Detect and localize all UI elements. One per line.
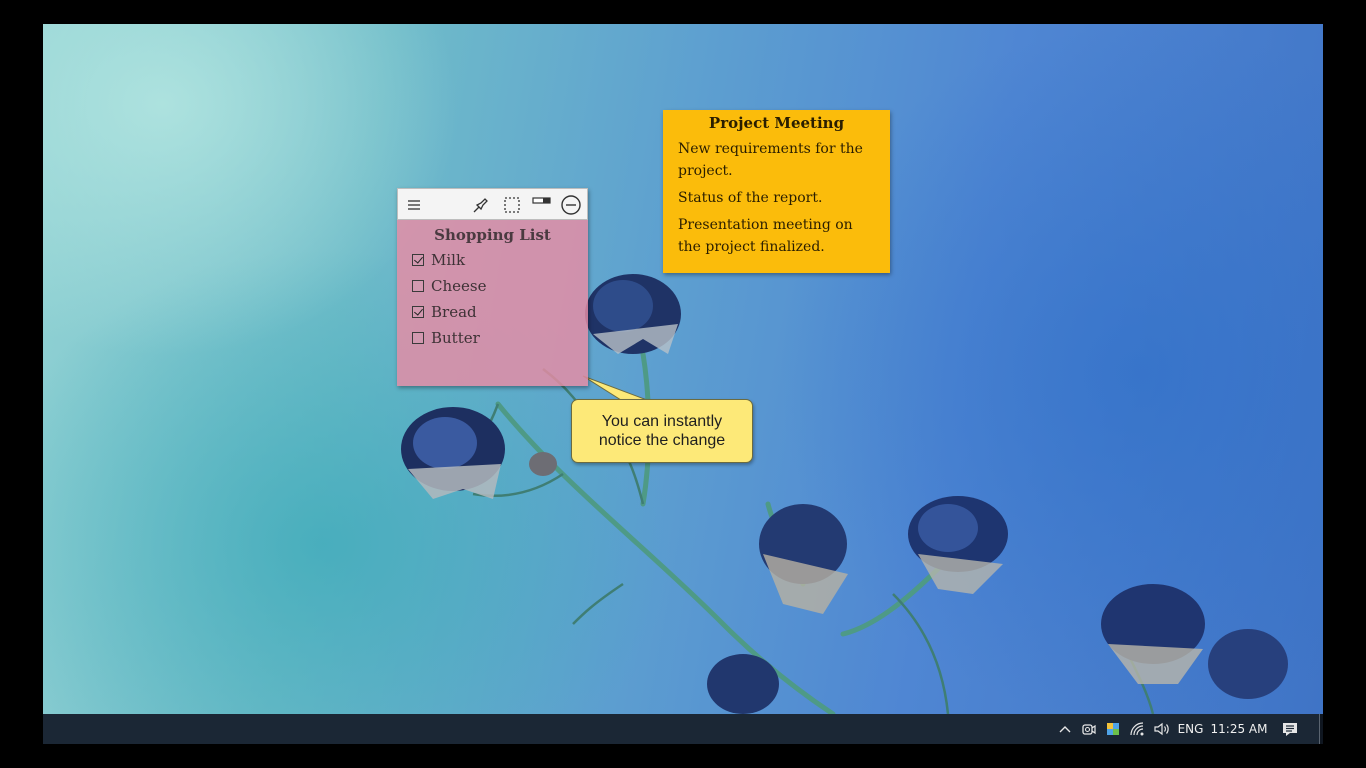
volume-icon[interactable] bbox=[1151, 714, 1173, 744]
checklist-item-cheese[interactable]: Cheese bbox=[412, 277, 486, 295]
sticky-note-body[interactable]: Shopping List Milk Cheese Bread Butter bbox=[397, 220, 588, 386]
checkbox-unchecked[interactable] bbox=[412, 280, 424, 292]
sticky-note-content[interactable]: New requirements for the project. Status… bbox=[663, 132, 890, 258]
tutorial-callout: You can instantly notice the change bbox=[571, 399, 753, 463]
taskbar: ENG 11:25 AM bbox=[43, 714, 1323, 744]
checklist-item-bread[interactable]: Bread bbox=[412, 303, 477, 321]
windows-security-icon[interactable] bbox=[1103, 714, 1123, 744]
sticky-note-title: Shopping List bbox=[434, 226, 551, 244]
screen: Shopping List Milk Cheese Bread Butter P… bbox=[43, 24, 1323, 744]
note-line: Presentation meeting on the project fina… bbox=[678, 217, 853, 255]
checklist-item-label: Milk bbox=[431, 251, 466, 269]
input-language-indicator[interactable]: ENG bbox=[1178, 714, 1204, 744]
checklist-item-butter[interactable]: Butter bbox=[412, 329, 480, 347]
select-region-icon[interactable] bbox=[501, 194, 523, 216]
menu-icon[interactable] bbox=[403, 194, 425, 216]
sticky-note-project-meeting[interactable]: Project Meeting New requirements for the… bbox=[663, 110, 890, 273]
minimize-icon[interactable] bbox=[560, 194, 582, 216]
checklist-item-label: Cheese bbox=[431, 277, 487, 295]
checkbox-checked[interactable] bbox=[412, 306, 424, 318]
desktop-wallpaper: Shopping List Milk Cheese Bread Butter P… bbox=[43, 24, 1323, 714]
callout-line: notice the change bbox=[598, 432, 726, 449]
checklist-item-label: Bread bbox=[431, 303, 477, 321]
chevron-up-icon[interactable] bbox=[1055, 714, 1075, 744]
checkbox-checked[interactable] bbox=[412, 254, 424, 266]
note-line: Status of the report. bbox=[678, 190, 823, 206]
pin-icon[interactable] bbox=[470, 194, 492, 216]
sticky-note-title: Project Meeting bbox=[708, 114, 845, 132]
opacity-icon[interactable] bbox=[531, 191, 553, 213]
network-icon[interactable] bbox=[1127, 714, 1149, 744]
show-desktop-button[interactable] bbox=[1319, 714, 1323, 744]
meet-now-icon[interactable] bbox=[1079, 714, 1099, 744]
system-clock[interactable]: 11:25 AM bbox=[1209, 714, 1269, 744]
note-line: New requirements for the project. bbox=[678, 141, 863, 179]
callout-line: You can instantly bbox=[601, 413, 723, 430]
checklist-item-milk[interactable]: Milk bbox=[412, 251, 465, 269]
sticky-note-shopping-list[interactable]: Shopping List Milk Cheese Bread Butter bbox=[397, 188, 588, 386]
checklist-item-label: Butter bbox=[431, 329, 480, 347]
notifications-icon[interactable] bbox=[1279, 714, 1301, 744]
sticky-note-toolbar bbox=[397, 188, 588, 220]
checkbox-unchecked[interactable] bbox=[412, 332, 424, 344]
